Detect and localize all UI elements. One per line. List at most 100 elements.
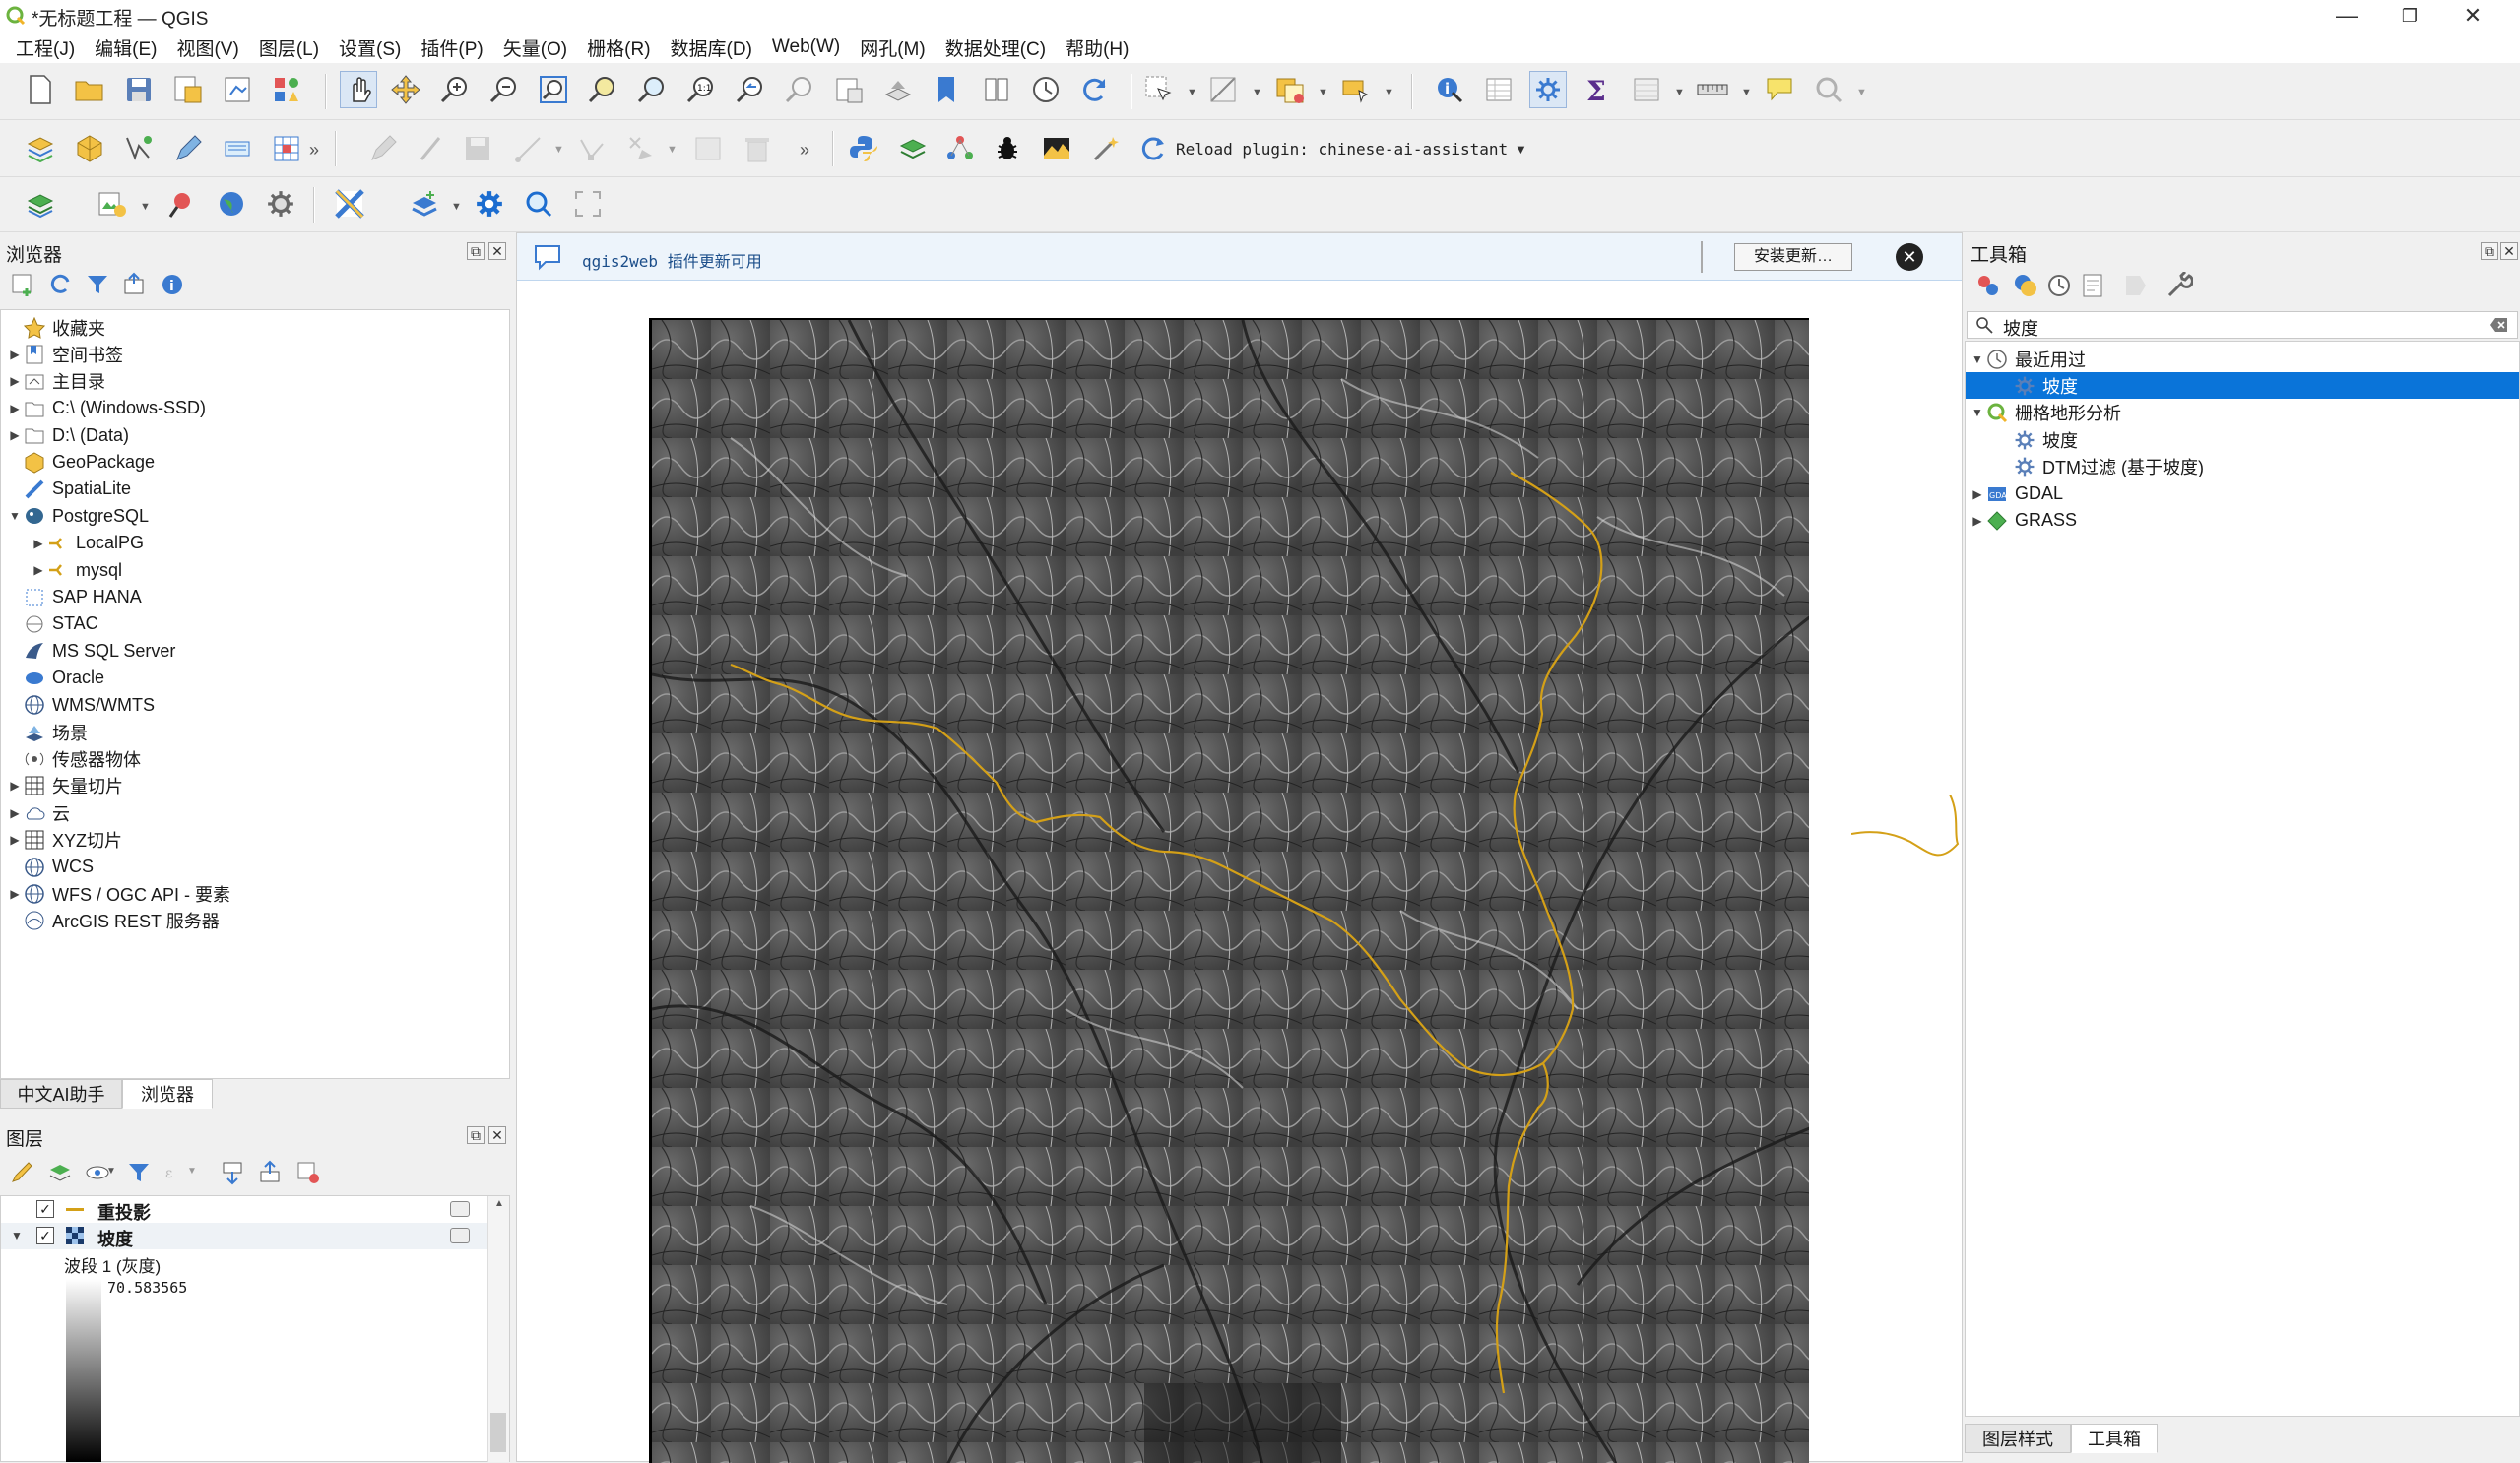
identify-features-icon[interactable]: i bbox=[1433, 73, 1466, 106]
deselect-features-icon[interactable] bbox=[1273, 73, 1307, 106]
zoom-to-selection-icon[interactable] bbox=[586, 73, 619, 106]
dropdown-arrow-icon[interactable]: ▼ bbox=[667, 144, 678, 156]
qgis2web-icon[interactable] bbox=[333, 187, 366, 221]
add-selected-icon[interactable] bbox=[10, 272, 35, 297]
browser-item[interactable]: STAC bbox=[1, 610, 98, 637]
new-geopackage-layer-icon[interactable] bbox=[73, 132, 106, 165]
menu-settings[interactable]: 设置(S) bbox=[329, 34, 411, 61]
map-tips-icon[interactable] bbox=[1763, 73, 1796, 106]
results-viewer-icon[interactable] bbox=[2079, 272, 2106, 299]
dropdown-arrow-icon[interactable]: ▼ bbox=[1674, 87, 1685, 98]
expand-arrow-icon[interactable]: ▶ bbox=[7, 806, 23, 820]
history-clock-icon[interactable] bbox=[2045, 272, 2073, 299]
browser-item[interactable]: ▶ mysql bbox=[1, 557, 122, 584]
layer-checkbox[interactable]: ✓ bbox=[36, 1227, 54, 1244]
new-vector-layer-icon[interactable] bbox=[122, 132, 156, 165]
browser-item[interactable]: ▶ 空间书签 bbox=[1, 341, 123, 367]
attribute-table-icon[interactable] bbox=[1482, 73, 1516, 106]
expand-arrow-icon[interactable]: ▶ bbox=[7, 833, 23, 847]
maximize-button[interactable]: ❐ bbox=[2378, 0, 2441, 32]
menu-view[interactable]: 视图(V) bbox=[166, 34, 248, 61]
globe-plugin-icon[interactable] bbox=[215, 187, 248, 221]
zoom-last-icon[interactable] bbox=[734, 73, 767, 106]
toolbox-item[interactable]: DTM过滤 (基于坡度) bbox=[1966, 454, 2519, 480]
browser-item[interactable]: WCS bbox=[1, 854, 94, 880]
collapse-arrow-icon[interactable]: ▼ bbox=[7, 509, 23, 523]
vertex-tool-icon[interactable] bbox=[575, 132, 609, 165]
expand-arrow-icon[interactable]: ▶ bbox=[7, 887, 23, 901]
dropdown-arrow-icon[interactable]: ▼ bbox=[451, 201, 462, 213]
delete-selected-icon[interactable] bbox=[741, 132, 774, 165]
select-location-icon[interactable] bbox=[1339, 73, 1373, 106]
dropdown-arrow-icon[interactable]: ▼ bbox=[1252, 87, 1262, 98]
statistics-sigma-icon[interactable]: Σ bbox=[1581, 73, 1614, 106]
expand-arrow-icon[interactable]: ▶ bbox=[31, 563, 46, 577]
menu-project[interactable]: 工程(J) bbox=[6, 34, 85, 61]
toolbox-item[interactable]: 坡度 bbox=[1966, 372, 2519, 400]
browser-item[interactable]: ▶ LocalPG bbox=[1, 530, 144, 556]
save-edits-icon[interactable] bbox=[461, 132, 494, 165]
plugin-reloader-bug-icon[interactable] bbox=[991, 132, 1024, 165]
style-brush-icon[interactable] bbox=[10, 1160, 35, 1185]
georeferencer-pin-icon[interactable] bbox=[165, 187, 199, 221]
menu-raster[interactable]: 栅格(R) bbox=[577, 34, 660, 61]
fullscreen-icon[interactable] bbox=[571, 187, 605, 221]
blue-gear-icon[interactable] bbox=[473, 187, 506, 221]
browser-item[interactable]: ▶ D:\ (Data) bbox=[1, 422, 129, 449]
reload-plugin-label[interactable]: Reload plugin: chinese-ai-assistant bbox=[1176, 140, 1508, 159]
new-map-view-icon[interactable] bbox=[832, 73, 866, 106]
dropdown-arrow-icon[interactable]: ▼ bbox=[1856, 87, 1867, 98]
add-layer-stack-icon[interactable] bbox=[24, 187, 57, 221]
browser-item[interactable]: ▶ 矢量切片 bbox=[1, 773, 123, 799]
open-field-calculator-icon[interactable] bbox=[1630, 73, 1663, 106]
toolbar-overflow-icon[interactable]: » bbox=[309, 140, 319, 160]
install-update-button[interactable]: 安装更新… bbox=[1734, 243, 1852, 271]
locator-gear-icon[interactable] bbox=[1812, 73, 1845, 106]
dropdown-arrow-icon[interactable]: ▼ bbox=[1318, 87, 1328, 98]
temporal-controller-icon[interactable] bbox=[1029, 73, 1063, 106]
clear-search-icon[interactable] bbox=[2489, 316, 2509, 334]
edit-features-in-place-icon[interactable] bbox=[2122, 272, 2150, 299]
search-magnifier-icon[interactable] bbox=[522, 187, 555, 221]
modify-attributes-icon[interactable] bbox=[624, 132, 658, 165]
browser-item[interactable]: ▼ PostgreSQL bbox=[1, 503, 149, 530]
browser-item[interactable]: SpatiaLite bbox=[1, 476, 131, 502]
float-dock-icon[interactable]: ⧉ bbox=[467, 242, 485, 260]
expand-arrow-icon[interactable]: ▶ bbox=[7, 348, 23, 361]
options-wrench-icon[interactable] bbox=[2165, 270, 2194, 299]
browser-item[interactable]: ▶ 云 bbox=[1, 799, 70, 826]
filter-icon[interactable] bbox=[85, 272, 110, 297]
close-dock-icon[interactable]: ✕ bbox=[2500, 242, 2518, 260]
collapse-arrow-icon[interactable]: ▼ bbox=[1970, 406, 1985, 419]
refresh-icon[interactable] bbox=[1078, 73, 1112, 106]
pan-hand-icon[interactable] bbox=[340, 71, 377, 108]
expand-arrow-icon[interactable]: ▶ bbox=[7, 428, 23, 442]
dropdown-arrow-icon[interactable]: ▼ bbox=[1741, 87, 1752, 98]
scrollbar-thumb[interactable] bbox=[490, 1413, 506, 1452]
new-mesh-layer-icon[interactable] bbox=[270, 132, 303, 165]
float-dock-icon[interactable]: ⧉ bbox=[467, 1126, 485, 1144]
settings-cog-icon[interactable] bbox=[264, 187, 297, 221]
browser-item[interactable]: 场景 bbox=[1, 719, 88, 745]
layer-checkbox[interactable]: ✓ bbox=[36, 1200, 54, 1218]
toolbox-item[interactable]: ▶ GDAL GDAL bbox=[1966, 480, 2519, 507]
new-project-icon[interactable] bbox=[24, 73, 57, 106]
menu-database[interactable]: 数据库(D) bbox=[661, 34, 762, 61]
layer-indicator-icon[interactable] bbox=[450, 1228, 470, 1243]
dropdown-arrow-icon[interactable]: ▼ bbox=[106, 1166, 116, 1177]
collapse-arrow-icon[interactable]: ▼ bbox=[1970, 352, 1985, 366]
spatial-bookmark-icon[interactable] bbox=[931, 73, 964, 106]
dropdown-arrow-icon[interactable]: ▼ bbox=[1187, 87, 1197, 98]
python-console-icon[interactable] bbox=[847, 132, 880, 165]
expand-arrow-icon[interactable]: ▶ bbox=[7, 374, 23, 388]
toolbox-item[interactable]: ▼ 最近用过 bbox=[1966, 346, 2519, 372]
browser-item[interactable]: ▶ 主目录 bbox=[1, 368, 105, 395]
model-designer-icon[interactable] bbox=[943, 132, 977, 165]
browser-item[interactable]: ▶ XYZ切片 bbox=[1, 827, 122, 854]
new-virtual-layer-icon[interactable] bbox=[221, 132, 254, 165]
browser-item[interactable]: Oracle bbox=[1, 665, 104, 691]
measure-line-icon[interactable] bbox=[1696, 73, 1729, 106]
map-canvas[interactable]: qgis2web 插件更新可用 安装更新… ✕ bbox=[516, 232, 1963, 1463]
close-dock-icon[interactable]: ✕ bbox=[488, 242, 506, 260]
toolbox-item[interactable]: ▶ GRASS bbox=[1966, 507, 2519, 534]
